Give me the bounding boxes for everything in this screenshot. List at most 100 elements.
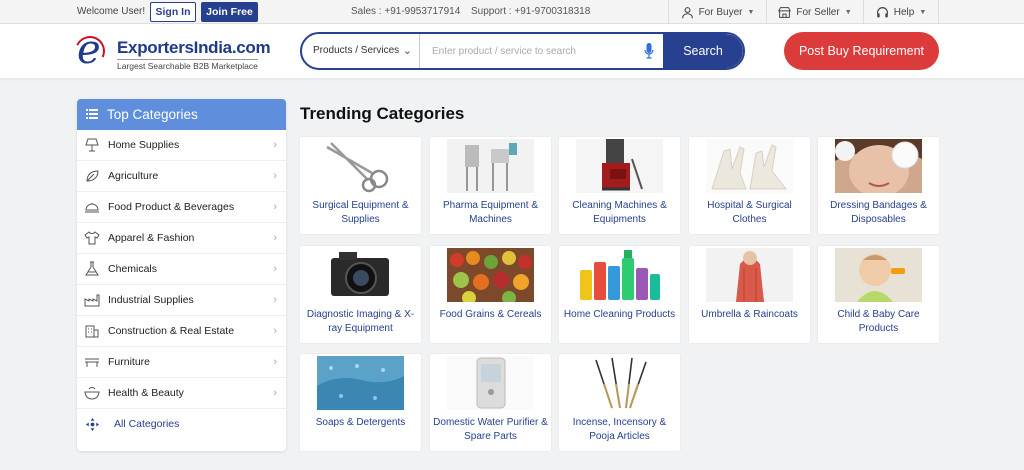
raincoat-image [706,248,793,302]
sidebar-item-home-supplies[interactable]: Home Supplies › [77,130,286,161]
card-label: Domestic Water Purifier & Spare Parts [433,417,548,442]
sidebar-item-construction[interactable]: Construction & Real Estate › [77,316,286,347]
headset-icon [876,6,888,17]
chevron-down-icon: ▼ [919,8,927,16]
card-label: Child & Baby Care Products [837,309,920,334]
bowl-icon [84,387,100,400]
category-card-dressing[interactable]: Dressing Bandages & Disposables [818,137,939,234]
logo-name: ExportersIndia.com [117,38,271,57]
category-card-pharma[interactable]: Pharma Equipment & Machines [430,137,551,234]
sidebar-item-industrial[interactable]: Industrial Supplies › [77,285,286,316]
bench-icon [85,358,99,367]
category-card-umbrella[interactable]: Umbrella & Raincoats [689,246,810,343]
sidebar-item-label: Chemicals [108,263,158,275]
sidebar-item-label: Apparel & Fashion [108,232,195,244]
card-label: Pharma Equipment & Machines [442,200,539,225]
category-card-diagnostic[interactable]: Diagnostic Imaging & X-ray Equipment [300,246,421,343]
card-label: Surgical Equipment & Supplies [312,200,409,225]
card-label: Cleaning Machines & Equipments [572,200,667,225]
trending-title: Trending Categories [300,104,465,123]
sidebar-item-label: Industrial Supplies [108,294,194,306]
category-card-soaps[interactable]: Soaps & Detergents [300,354,421,451]
top-categories-sidebar: Top Categories Home Supplies › Agricultu… [77,99,286,451]
for-buyer-menu[interactable]: For Buyer ▼ [668,0,766,24]
help-menu[interactable]: Help ▼ [863,0,939,24]
sidebar-item-label: Food Product & Beverages [108,201,235,213]
card-label: Diagnostic Imaging & X-ray Equipment [306,309,415,334]
all-categories-link[interactable]: All Categories [77,409,286,440]
baby-image [835,248,922,302]
leaf-icon [86,170,99,182]
sidebar-header: Top Categories [77,99,286,130]
camera-image [317,248,404,302]
category-card-child-baby[interactable]: Child & Baby Care Products [818,246,939,343]
chevron-right-icon: › [273,387,277,399]
detergent-granules-image [317,356,404,410]
sidebar-item-label: Health & Beauty [108,387,184,399]
search-category-select[interactable]: Products / Services ⌄ [302,34,420,68]
category-card-hospital-clothes[interactable]: Hospital & Surgical Clothes [689,137,810,234]
category-card-surgical[interactable]: Surgical Equipment & Supplies [300,137,421,234]
sidebar-item-label: Agriculture [108,170,159,182]
category-card-food-grains[interactable]: Food Grains & Cereals [430,246,551,343]
support-phone: Support : +91-9700318318 [471,6,591,17]
chevron-right-icon: › [273,170,277,182]
menu-icon [86,109,98,119]
card-label: Soaps & Detergents [315,417,406,428]
factory-icon [84,294,100,307]
chevron-right-icon: › [273,139,277,151]
sidebar-item-agriculture[interactable]: Agriculture › [77,161,286,192]
for-buyer-label: For Buyer [698,6,743,18]
welcome-text: Welcome User! [77,6,146,17]
cleaning-machine-image [576,139,663,193]
card-label: Home Cleaning Products [563,309,676,320]
main-header: e ExportersIndia.com Largest Searchable … [0,24,1024,78]
gloves-image [706,139,793,193]
help-label: Help [893,6,915,18]
chevron-down-icon: ⌄ [402,45,412,57]
sidebar-item-food-product[interactable]: Food Product & Beverages › [77,192,286,223]
category-card-home-cleaning[interactable]: Home Cleaning Products [559,246,680,343]
search-input[interactable] [420,34,640,68]
sidebar-item-health-beauty[interactable]: Health & Beauty › [77,378,286,409]
food-cover-icon [85,203,99,213]
all-categories-label: All Categories [114,418,180,430]
sidebar-item-chemicals[interactable]: Chemicals › [77,254,286,285]
sidebar-item-label: Furniture [108,356,151,368]
logo-tagline: Largest Searchable B2B Marketplace [117,59,258,71]
sidebar-item-apparel[interactable]: Apparel & Fashion › [77,223,286,254]
grid-move-icon [85,417,100,432]
chevron-right-icon: › [273,263,277,275]
shirt-icon [84,231,100,245]
chevron-right-icon: › [273,325,277,337]
buyer-icon [681,6,693,18]
sign-in-button[interactable]: Sign In [150,2,196,22]
produce-market-image [447,248,534,302]
card-label: Incense, Incensory & Pooja Articles [572,417,667,442]
sidebar-item-furniture[interactable]: Furniture › [77,347,286,378]
join-free-button[interactable]: Join Free [201,2,258,22]
category-card-water-purifier[interactable]: Domestic Water Purifier & Spare Parts [430,354,551,451]
post-buy-requirement-button[interactable]: Post Buy Requirement [784,32,939,70]
pharma-machine-image [447,139,534,193]
sidebar-item-label: Construction & Real Estate [108,325,235,337]
microphone-icon[interactable] [644,43,654,59]
card-label: Dressing Bandages & Disposables [830,200,927,225]
search-bar: Products / Services ⌄ Search [300,32,745,70]
category-card-cleaning-machines[interactable]: Cleaning Machines & Equipments [559,137,680,234]
building-icon [85,325,99,338]
card-label: Hospital & Surgical Clothes [707,200,792,225]
for-seller-label: For Seller [796,6,840,18]
category-card-incense[interactable]: Incense, Incensory & Pooja Articles [559,354,680,451]
search-button[interactable]: Search [663,34,743,68]
for-seller-menu[interactable]: For Seller ▼ [766,0,863,24]
sidebar-item-label: Home Supplies [108,139,180,151]
store-icon [778,6,792,18]
chevron-down-icon: ▼ [844,8,852,16]
search-category-value: Products / Services [313,45,400,56]
top-utility-bar: Welcome User! Sign In Join Free Sales : … [0,0,1024,24]
trending-grid: Surgical Equipment & Supplies Pharma Equ… [300,137,940,452]
card-label: Umbrella & Raincoats [701,309,798,320]
sidebar-title: Top Categories [107,107,198,122]
site-logo[interactable]: e ExportersIndia.com Largest Searchable … [70,30,271,72]
